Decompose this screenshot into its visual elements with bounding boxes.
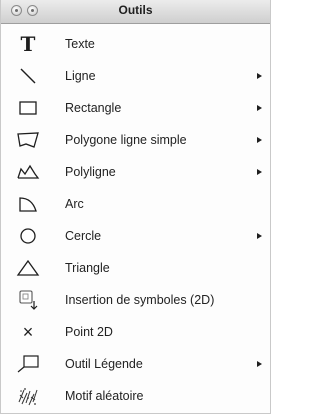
polygon-icon — [15, 128, 41, 152]
menu-item-polyligne[interactable]: Polyligne — [1, 156, 270, 188]
menu-item-polygone-ligne-simple[interactable]: Polygone ligne simple — [1, 124, 270, 156]
menu-item-outil-legende[interactable]: Outil Légende — [1, 348, 270, 380]
menu-item-label: Insertion de symboles (2D) — [65, 293, 215, 307]
submenu-arrow-icon — [257, 361, 262, 367]
menu-item-motif-aleatoire[interactable]: Motif aléatoire — [1, 380, 270, 412]
menu-item-triangle[interactable]: Triangle — [1, 252, 270, 284]
symbol-insert-icon — [15, 288, 41, 312]
menu-item-texte[interactable]: T Texte — [1, 28, 270, 60]
point-2d-icon: × — [22, 322, 34, 342]
callout-icon — [15, 352, 41, 376]
line-icon — [15, 64, 41, 88]
menu-item-insertion-de-symboles[interactable]: Insertion de symboles (2D) — [1, 284, 270, 316]
rectangle-icon — [15, 96, 41, 120]
submenu-arrow-icon — [257, 233, 262, 239]
menu-item-label: Outil Légende — [65, 357, 143, 371]
menu-item-label: Rectangle — [65, 101, 122, 115]
tools-palette: Outils T Texte Ligne Rectangle Polygone … — [0, 0, 271, 414]
polyline-icon — [15, 160, 41, 184]
window-title: Outils — [118, 3, 153, 17]
menu-item-label: Arc — [65, 197, 84, 211]
menu-item-label: Triangle — [65, 261, 110, 275]
triangle-icon — [15, 256, 41, 280]
submenu-arrow-icon — [257, 73, 262, 79]
menu-item-label: Cercle — [65, 229, 102, 243]
menu-item-label: Texte — [65, 37, 95, 51]
text-icon: T — [20, 32, 36, 56]
menu-item-ligne[interactable]: Ligne — [1, 60, 270, 92]
menu-item-label: Point 2D — [65, 325, 113, 339]
menu-item-label: Ligne — [65, 69, 96, 83]
circle-icon — [15, 224, 41, 248]
menu-item-label: Motif aléatoire — [65, 389, 144, 403]
menu-item-point-2d[interactable]: × Point 2D — [1, 316, 270, 348]
submenu-arrow-icon — [257, 137, 262, 143]
arc-icon — [15, 192, 41, 216]
tool-menu: T Texte Ligne Rectangle Polygone ligne s… — [1, 28, 270, 412]
menu-item-cercle[interactable]: Cercle — [1, 220, 270, 252]
submenu-arrow-icon — [257, 169, 262, 175]
submenu-arrow-icon — [257, 105, 262, 111]
menu-item-arc[interactable]: Arc — [1, 188, 270, 220]
menu-item-label: Polygone ligne simple — [65, 133, 187, 147]
menu-item-label: Polyligne — [65, 165, 116, 179]
title-bar[interactable]: Outils — [1, 0, 270, 24]
random-pattern-icon — [15, 384, 41, 408]
menu-item-rectangle[interactable]: Rectangle — [1, 92, 270, 124]
